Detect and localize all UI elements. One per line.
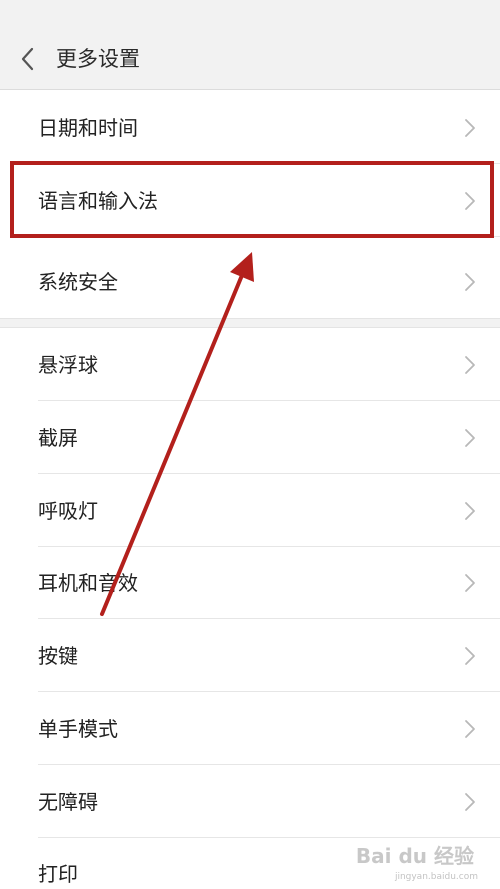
settings-item-one-hand-mode[interactable]: 单手模式 [0, 692, 500, 765]
section-gap [0, 318, 500, 328]
watermark-logo: Bai du 经验 [355, 844, 474, 868]
page-title: 更多设置 [56, 47, 140, 71]
settings-item-date-time[interactable]: 日期和时间 [0, 91, 500, 164]
chevron-right-icon [465, 191, 475, 210]
top-bar: 更多设置 [0, 0, 500, 90]
settings-item-label: 截屏 [38, 425, 78, 450]
settings-item-floating-ball[interactable]: 悬浮球 [0, 328, 500, 401]
chevron-right-icon [465, 428, 475, 447]
settings-item-label: 日期和时间 [38, 115, 138, 140]
watermark-url: jingyan.baidu.com [394, 872, 478, 882]
chevron-right-icon [465, 118, 475, 137]
settings-item-accessibility[interactable]: 无障碍 [0, 765, 500, 838]
settings-item-system-security[interactable]: 系统安全 [0, 246, 500, 318]
chevron-left-icon[interactable] [18, 46, 38, 72]
chevron-right-icon [465, 501, 475, 520]
settings-item-label: 按键 [38, 643, 78, 668]
settings-item-breathing-light[interactable]: 呼吸灯 [0, 474, 500, 547]
settings-item-label: 语言和输入法 [38, 188, 158, 213]
settings-item-label: 悬浮球 [38, 352, 98, 377]
chevron-right-icon [465, 646, 475, 665]
settings-item-label: 打印 [38, 862, 78, 886]
settings-item-label: 无障碍 [38, 789, 98, 814]
chevron-right-icon [465, 355, 475, 374]
chevron-right-icon [465, 719, 475, 738]
settings-item-buttons[interactable]: 按键 [0, 619, 500, 692]
divider [38, 236, 500, 237]
settings-item-label: 系统安全 [38, 270, 118, 294]
settings-item-screenshot[interactable]: 截屏 [0, 401, 500, 474]
settings-item-label: 呼吸灯 [38, 498, 98, 523]
settings-item-label: 耳机和音效 [38, 571, 138, 595]
settings-item-language-input[interactable]: 语言和输入法 [0, 164, 500, 237]
chevron-right-icon [465, 574, 475, 592]
settings-item-headphones-audio[interactable]: 耳机和音效 [0, 547, 500, 619]
settings-item-label: 单手模式 [38, 716, 118, 741]
chevron-right-icon [465, 273, 475, 291]
chevron-right-icon [465, 792, 475, 811]
